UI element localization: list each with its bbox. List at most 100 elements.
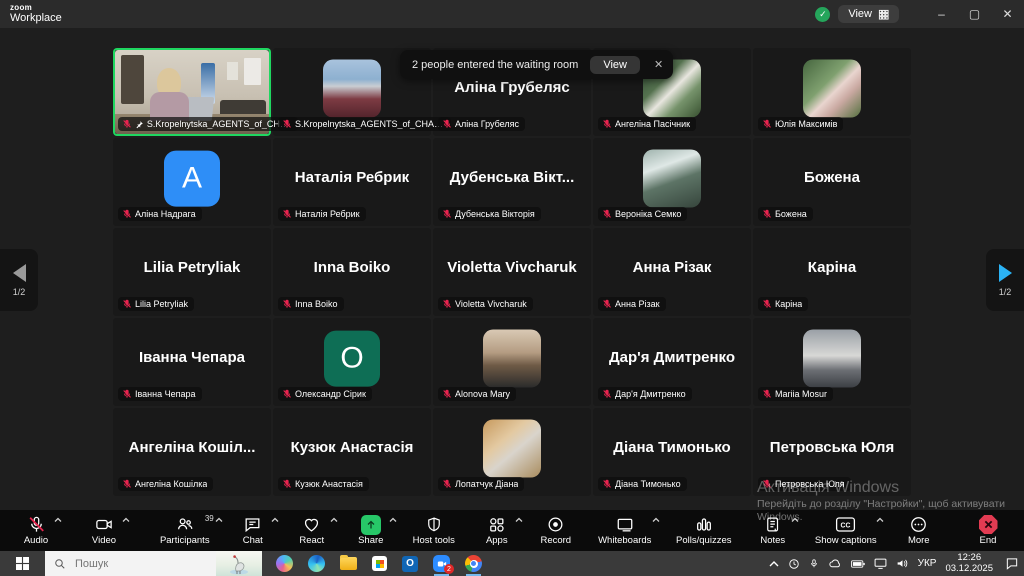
more-button[interactable]: More xyxy=(897,510,941,551)
react-button[interactable]: React xyxy=(290,510,334,551)
whiteboards-button[interactable]: Whiteboards xyxy=(593,510,657,551)
chevron-up-icon[interactable] xyxy=(330,517,338,523)
previous-page-button[interactable]: 1/2 xyxy=(0,249,38,311)
taskbar-app-edge[interactable] xyxy=(308,551,325,576)
maximize-button[interactable]: ▢ xyxy=(958,0,991,28)
chevron-up-icon[interactable] xyxy=(876,517,884,523)
close-button[interactable]: ✕ xyxy=(991,0,1024,28)
hidden-icons-chevron[interactable] xyxy=(769,560,779,568)
participant-display-name: Діана Тимонько xyxy=(597,408,747,486)
edge-icon xyxy=(308,555,325,572)
taskbar-app-copilot[interactable] xyxy=(276,551,293,576)
avatar-letter: O xyxy=(324,331,380,387)
participant-name-label: Ангеліна Пасічник xyxy=(598,117,696,131)
chevron-up-icon[interactable] xyxy=(791,517,799,523)
search-highlight-image[interactable] xyxy=(216,551,262,576)
chrome-icon xyxy=(465,555,482,572)
notes-button[interactable]: Notes xyxy=(751,510,795,551)
taskbar-clock[interactable]: 12:26 03.12.2025 xyxy=(945,553,993,574)
taskbar-app-chrome[interactable] xyxy=(465,551,482,576)
participant-tile[interactable]: S.Kropelnytska_AGENTS_of_CHA... xyxy=(113,48,271,136)
participant-tile[interactable]: Alonova Mary xyxy=(433,318,591,406)
participant-tile[interactable]: Діана ТимонькоДіана Тимонько xyxy=(593,408,751,496)
chevron-up-icon[interactable] xyxy=(271,517,279,523)
clock-tray-icon[interactable] xyxy=(788,558,800,570)
captions-button[interactable]: CC Show captions xyxy=(810,510,882,551)
chevron-up-icon[interactable] xyxy=(389,517,397,523)
participant-tile[interactable]: Mariia Mosur xyxy=(753,318,911,406)
taskbar-app-outlook[interactable]: O xyxy=(402,551,418,576)
chevron-up-icon[interactable] xyxy=(515,517,523,523)
taskbar-app-zoom[interactable]: 2 xyxy=(433,551,450,576)
participant-tile[interactable]: Петровська ЮляПетровська Юля xyxy=(753,408,911,496)
participant-tile[interactable]: Ангеліна Кошіл...Ангеліна Кошілка xyxy=(113,408,271,496)
action-center-icon[interactable] xyxy=(1005,557,1019,570)
display-tray-icon[interactable] xyxy=(874,558,887,569)
meeting-toolbar: Audio Video Participants 39 Chat xyxy=(0,510,1024,551)
record-button[interactable]: Record xyxy=(534,510,578,551)
mic-muted-icon xyxy=(442,119,452,129)
participant-tile[interactable]: Lilia PetryliakLilia Petryliak xyxy=(113,228,271,316)
taskbar-search[interactable] xyxy=(45,551,262,576)
gallery-grid-icon xyxy=(878,9,889,20)
participant-name-label: Юлія Максимів xyxy=(758,117,843,131)
participant-tile[interactable]: AАліна Надрага xyxy=(113,138,271,226)
participant-tile[interactable]: Анна РізакАнна Різак xyxy=(593,228,751,316)
chevron-up-icon[interactable] xyxy=(122,517,130,523)
participant-tile[interactable]: БоженаБожена xyxy=(753,138,911,226)
zoom-workplace-logo: zoom Workplace xyxy=(10,4,62,24)
participant-name-label: Дар'я Дмитренко xyxy=(598,387,692,401)
participant-name-label: Вероніка Семко xyxy=(598,207,687,221)
participant-tile[interactable]: Вероніка Семко xyxy=(593,138,751,226)
taskbar-app-store[interactable] xyxy=(372,551,387,576)
apps-button[interactable]: Apps xyxy=(475,510,519,551)
host-tools-button[interactable]: Host tools xyxy=(408,510,460,551)
view-button[interactable]: View xyxy=(838,5,899,23)
minimize-button[interactable]: – xyxy=(925,0,958,28)
participant-tile[interactable]: Юлія Максимів xyxy=(753,48,911,136)
participant-tile[interactable]: Іванна ЧепараІванна Чепара xyxy=(113,318,271,406)
participant-tile[interactable]: Кузюк АнастасіяКузюк Анастасія xyxy=(273,408,431,496)
banner-close-icon[interactable]: ✕ xyxy=(654,58,663,71)
chat-button[interactable]: Chat xyxy=(231,510,275,551)
chevron-up-icon[interactable] xyxy=(54,517,62,523)
waiting-room-view-button[interactable]: View xyxy=(590,56,640,74)
end-meeting-button[interactable]: End xyxy=(966,510,1010,551)
mic-muted-icon xyxy=(442,299,452,309)
windows-logo-icon xyxy=(16,557,29,570)
participant-tile[interactable]: OОлександр Сірик xyxy=(273,318,431,406)
security-shield-icon[interactable]: ✓ xyxy=(815,7,830,22)
audio-button[interactable]: Audio xyxy=(14,510,58,551)
participant-name-label: Violetta Vivcharuk xyxy=(438,297,533,311)
next-page-button[interactable]: 1/2 xyxy=(986,249,1024,311)
participant-tile[interactable]: Дар'я ДмитренкоДар'я Дмитренко xyxy=(593,318,751,406)
participant-name-label: Наталія Ребрик xyxy=(278,207,366,221)
mic-tray-icon[interactable] xyxy=(809,557,819,570)
page-indicator: 1/2 xyxy=(999,287,1012,297)
chevron-up-icon[interactable] xyxy=(652,517,660,523)
onedrive-tray-icon[interactable] xyxy=(828,558,842,569)
video-button[interactable]: Video xyxy=(82,510,126,551)
start-button[interactable] xyxy=(0,551,45,576)
avatar-photo xyxy=(643,150,701,208)
share-button[interactable]: Share xyxy=(349,510,393,551)
battery-icon[interactable] xyxy=(851,559,865,569)
participant-tile[interactable]: КарінаКаріна xyxy=(753,228,911,316)
mic-muted-icon xyxy=(762,119,772,129)
polls-button[interactable]: Polls/quizzes xyxy=(672,510,736,551)
participant-tile[interactable]: Violetta VivcharukVioletta Vivcharuk xyxy=(433,228,591,316)
volume-icon[interactable] xyxy=(896,558,909,569)
participant-tile[interactable]: Дубенська Вікт...Дубенська Вікторія xyxy=(433,138,591,226)
copilot-icon xyxy=(276,555,293,572)
participant-tile[interactable]: Наталія РебрикНаталія Ребрик xyxy=(273,138,431,226)
participant-display-name: Inna Boiko xyxy=(277,228,427,306)
participant-display-name: Божена xyxy=(757,138,907,216)
participant-tile[interactable]: Inna BoikoInna Boiko xyxy=(273,228,431,316)
chevron-up-icon[interactable] xyxy=(215,517,223,523)
participant-tile[interactable]: Лопатчук Діана xyxy=(433,408,591,496)
language-indicator[interactable]: УКР xyxy=(918,558,937,569)
taskbar-app-explorer[interactable] xyxy=(340,551,357,576)
zoom-meeting-window: zoom Workplace ✓ View – ▢ ✕ S.Kropelnyts… xyxy=(0,0,1024,576)
participants-button[interactable]: Participants 39 xyxy=(154,510,216,551)
search-input[interactable] xyxy=(73,557,177,571)
